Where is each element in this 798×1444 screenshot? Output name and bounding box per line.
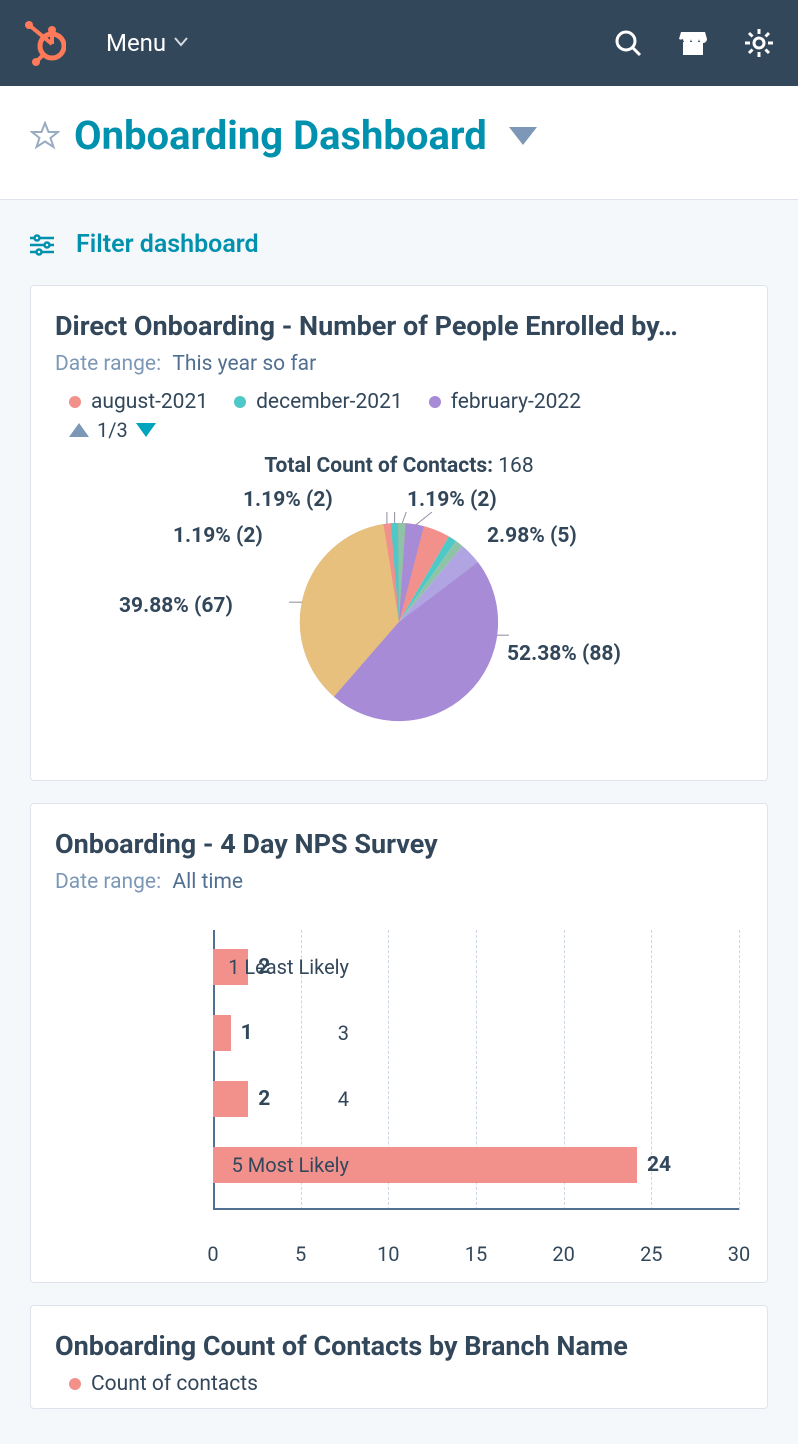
bar-category: 3 — [199, 1021, 363, 1045]
filter-icon — [30, 234, 54, 256]
menu-button[interactable]: Menu — [106, 29, 188, 57]
pie-chart[interactable]: 1.19% (2) 1.19% (2) 1.19% (2) 2.98% (5) … — [55, 492, 743, 752]
legend-item[interactable]: december-2021 — [234, 390, 403, 414]
range-value: This year so far — [172, 352, 316, 376]
marketplace-icon[interactable] — [678, 29, 708, 57]
legend-pager: 1/3 — [55, 418, 743, 442]
date-range: Date range: All time — [55, 870, 743, 894]
date-range: Date range: This year so far — [55, 352, 743, 376]
legend-item[interactable]: february-2022 — [429, 390, 581, 414]
x-axis — [213, 1208, 739, 1210]
slice-label: 1.19% (2) — [173, 524, 263, 548]
bar-value: 24 — [647, 1153, 671, 1177]
bar-category: 4 — [199, 1087, 363, 1111]
range-label: Date range: — [55, 352, 161, 376]
range-label: Date range: — [55, 870, 161, 894]
x-tick: 15 — [465, 1242, 487, 1266]
bar-chart[interactable]: 1 Least Likely 2 3 1 4 2 5 Most Likely 2… — [55, 934, 743, 1254]
x-tick: 10 — [377, 1242, 399, 1266]
card-title: Direct Onboarding - Number of People Enr… — [55, 310, 743, 342]
pie-legend: august-2021 december-2021 february-2022 — [55, 390, 743, 414]
filter-label: Filter dashboard — [76, 230, 259, 259]
legend-dot-icon — [69, 396, 81, 408]
topbar-actions — [614, 28, 774, 58]
legend-dot-icon — [234, 396, 246, 408]
slice-label: 52.38% (88) — [507, 642, 621, 666]
legend-dot-icon — [69, 1378, 81, 1390]
pie-total: Total Count of Contacts: 168 — [55, 454, 743, 478]
menu-label: Menu — [106, 29, 166, 57]
star-icon[interactable] — [30, 121, 60, 151]
chevron-down-icon — [174, 35, 188, 51]
bar-row: 4 2 — [213, 1066, 743, 1132]
legend-item[interactable]: Count of contacts — [69, 1372, 258, 1396]
legend-label: february-2022 — [451, 390, 581, 414]
pager-text: 1/3 — [97, 418, 128, 442]
total-label: Total Count of Contacts: — [264, 454, 493, 478]
pager-next-icon[interactable] — [136, 423, 156, 437]
filter-dashboard-button[interactable]: Filter dashboard — [30, 230, 768, 259]
bar-category: 5 Most Likely — [199, 1153, 363, 1177]
card-title: Onboarding Count of Contacts by Branch N… — [55, 1330, 743, 1362]
card-contacts-by-branch: Onboarding Count of Contacts by Branch N… — [30, 1305, 768, 1409]
card-title: Onboarding - 4 Day NPS Survey — [55, 828, 743, 860]
slice-label: 2.98% (5) — [487, 524, 577, 548]
bar-category: 1 Least Likely — [199, 955, 363, 979]
x-tick: 20 — [552, 1242, 574, 1266]
app-topbar: Menu — [0, 0, 798, 86]
dashboard-title-bar: Onboarding Dashboard — [0, 86, 798, 200]
legend-dot-icon — [429, 396, 441, 408]
slice-label: 1.19% (2) — [243, 488, 333, 512]
slice-label: 1.19% (2) — [407, 488, 497, 512]
search-icon[interactable] — [614, 29, 642, 57]
total-value: 168 — [498, 454, 533, 478]
x-tick: 5 — [295, 1242, 306, 1266]
x-tick: 0 — [207, 1242, 218, 1266]
legend-label: Count of contacts — [91, 1372, 258, 1396]
x-tick: 25 — [640, 1242, 662, 1266]
gear-icon[interactable] — [744, 28, 774, 58]
dashboard-title[interactable]: Onboarding Dashboard — [74, 112, 487, 159]
legend-item[interactable]: august-2021 — [69, 390, 208, 414]
legend-label: december-2021 — [256, 390, 403, 414]
bar-row: 5 Most Likely 24 — [213, 1132, 743, 1198]
pager-prev-icon[interactable] — [69, 423, 89, 437]
legend-label: august-2021 — [91, 390, 208, 414]
hubspot-logo-icon[interactable] — [24, 20, 66, 66]
card-direct-onboarding: Direct Onboarding - Number of People Enr… — [30, 285, 768, 781]
card-nps-survey: Onboarding - 4 Day NPS Survey Date range… — [30, 803, 768, 1283]
legend: Count of contacts — [55, 1372, 743, 1396]
slice-label: 39.88% (67) — [119, 594, 233, 618]
bar-row: 1 Least Likely 2 — [213, 934, 743, 1000]
bar-row: 3 1 — [213, 1000, 743, 1066]
range-value: All time — [172, 870, 243, 894]
dashboard-dropdown-icon[interactable] — [509, 127, 537, 145]
x-tick: 30 — [728, 1242, 750, 1266]
dashboard-content: Filter dashboard Direct Onboarding - Num… — [0, 200, 798, 1409]
